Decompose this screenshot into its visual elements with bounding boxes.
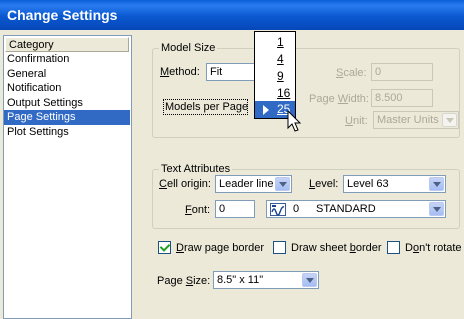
models-per-page-dropdown-list[interactable]: 1 4 9 16 25	[254, 31, 296, 119]
model-size-legend: Model Size	[161, 42, 216, 54]
level-label: Level:	[309, 178, 339, 190]
cell-origin-dropdown-arrow-icon[interactable]	[275, 177, 290, 191]
category-item-general[interactable]: General	[4, 67, 131, 82]
models-per-page-option-1[interactable]: 1	[255, 34, 295, 51]
font-name: STANDARD	[316, 203, 376, 215]
cell-origin-select[interactable]: Leader line	[215, 175, 292, 193]
dont-rotate-label[interactable]: Don't rotate	[405, 242, 462, 255]
category-header-label: Category	[9, 39, 54, 51]
cell-origin-label: Cell origin:	[159, 178, 211, 190]
method-label: Method:	[160, 66, 200, 78]
scale-value: 0	[375, 66, 382, 78]
category-list[interactable]: Category Confirmation General Notificati…	[3, 35, 132, 319]
page-size-select[interactable]: 8.5" x 11"	[213, 271, 319, 289]
unit-dropdown-arrow-icon[interactable]	[442, 113, 457, 127]
level-dropdown-arrow-icon[interactable]	[429, 177, 444, 191]
page-size-dropdown-arrow-icon[interactable]	[302, 273, 317, 287]
window-title-bar[interactable]: Change Settings	[0, 0, 464, 30]
category-header[interactable]: Category	[5, 37, 129, 52]
models-per-page-label: Models per Page	[165, 101, 249, 113]
font-type-icon	[270, 203, 286, 216]
page-width-field[interactable]: 8.500	[371, 89, 433, 107]
cell-origin-value: Leader line	[219, 178, 274, 190]
category-item-notification[interactable]: Notification	[4, 81, 131, 96]
font-number-value: 0	[219, 203, 226, 215]
font-name-number: 0	[293, 203, 300, 215]
page-size-value: 8.5" x 11"	[217, 274, 264, 286]
font-number-field[interactable]: 0	[215, 200, 255, 218]
window-title: Change Settings	[7, 7, 118, 23]
font-name-dropdown-arrow-icon[interactable]	[429, 202, 444, 216]
unit-select-value: Master Units	[377, 114, 439, 126]
mouse-pointer-icon	[287, 110, 302, 132]
models-per-page-option-4[interactable]: 4	[255, 51, 295, 68]
level-value: Level 63	[347, 178, 389, 190]
text-attributes-legend: Text Attributes	[161, 163, 231, 175]
font-label: Font:	[185, 204, 211, 216]
method-select-value: Fit	[210, 66, 223, 78]
unit-select[interactable]: Master Units	[373, 111, 459, 129]
category-item-output-settings[interactable]: Output Settings	[4, 96, 131, 111]
scale-field[interactable]: 0	[371, 63, 433, 81]
page-size-label: Page Size:	[157, 275, 211, 287]
category-item-plot-settings[interactable]: Plot Settings	[4, 125, 131, 140]
category-item-confirmation[interactable]: Confirmation	[4, 52, 131, 67]
category-item-page-settings[interactable]: Page Settings	[4, 110, 130, 125]
draw-page-border-label[interactable]: Draw page border	[176, 242, 264, 255]
dont-rotate-checkbox[interactable]	[387, 241, 400, 254]
level-select[interactable]: Level 63	[343, 175, 446, 193]
models-per-page-option-9[interactable]: 9	[255, 68, 295, 85]
models-per-page-option-16[interactable]: 16	[255, 85, 295, 102]
page-width-value: 8.500	[375, 92, 403, 104]
draw-page-border-checkbox[interactable]	[158, 241, 171, 254]
draw-sheet-border-label[interactable]: Draw sheet border	[291, 242, 382, 255]
menu-selection-arrow-icon	[263, 105, 269, 115]
unit-label: Unit:	[345, 115, 368, 127]
font-name-select[interactable]: 0 STANDARD	[266, 200, 446, 218]
scale-label: Scale:	[336, 67, 367, 79]
text-attributes-group: Text Attributes	[152, 163, 460, 229]
page-width-label: Page Width:	[309, 93, 369, 105]
draw-sheet-border-checkbox[interactable]	[273, 241, 286, 254]
